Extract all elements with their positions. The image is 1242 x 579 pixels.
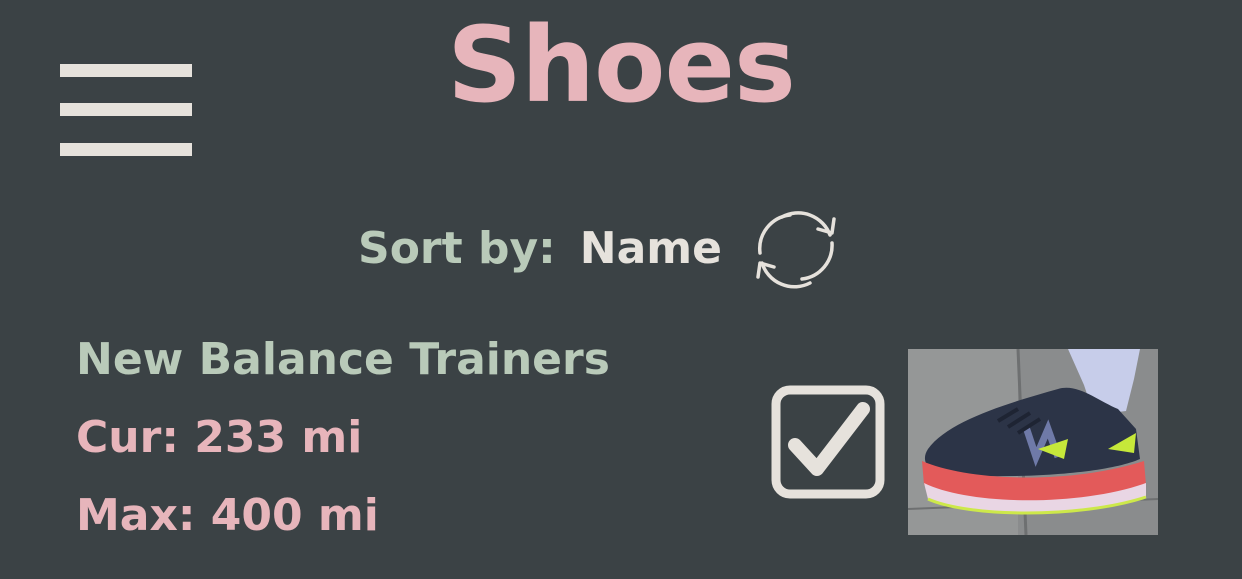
shoe-current-mileage: Cur: 233 mi (76, 412, 363, 463)
shoe-max-mileage: Max: 400 mi (76, 490, 379, 541)
checkbox-check-icon (771, 385, 885, 499)
sort-bar: Sort by: Name (358, 207, 840, 289)
shoe-active-checkbox[interactable] (771, 385, 885, 499)
refresh-cycle-icon-graphic (756, 211, 836, 289)
running-shoe-photo[interactable] (908, 349, 1158, 535)
shoe-name: New Balance Trainers (76, 334, 610, 385)
shoe-photo-graphic (908, 349, 1158, 535)
sort-label: Sort by: (358, 222, 556, 274)
page-title: Shoes (447, 4, 796, 126)
refresh-cycle-icon[interactable] (752, 207, 840, 289)
menu-bar-bottom (60, 143, 192, 156)
sort-value[interactable]: Name (580, 223, 722, 274)
